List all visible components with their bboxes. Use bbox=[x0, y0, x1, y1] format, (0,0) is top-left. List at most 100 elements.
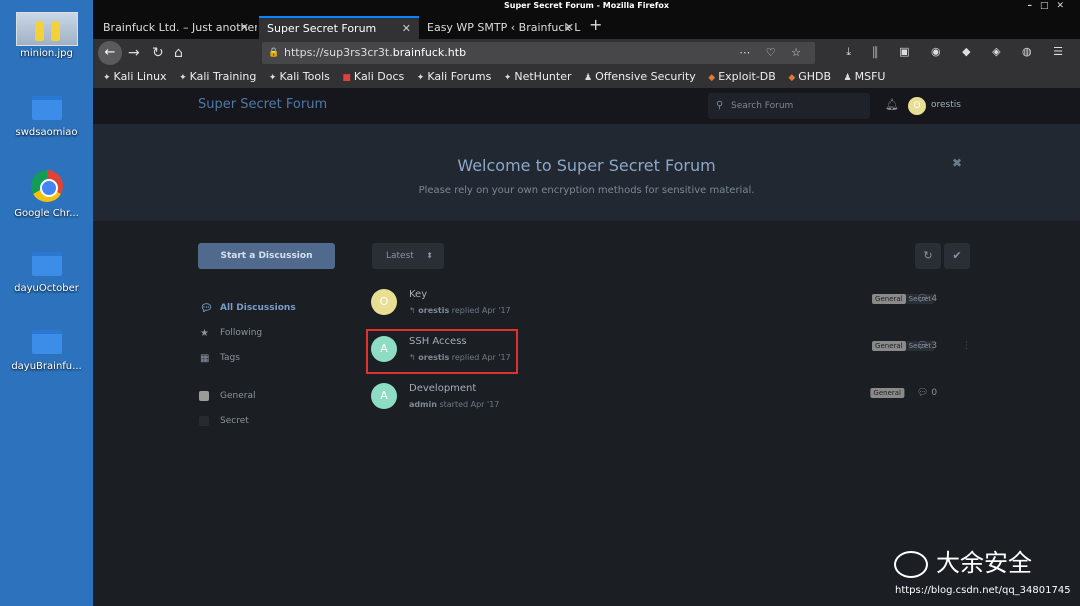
sidebar-item-label: General bbox=[220, 391, 256, 401]
comments-icon: 💬︎ bbox=[200, 303, 213, 314]
tab-label: Easy WP SMTP ‹ Brainfuck L bbox=[427, 21, 581, 34]
avatar[interactable]: O bbox=[908, 97, 926, 115]
window-title: Super Secret Forum - Mozilla Firefox bbox=[504, 1, 669, 10]
close-tab-icon[interactable]: ✕ bbox=[402, 18, 411, 39]
discussion-title[interactable]: Key bbox=[409, 289, 427, 300]
discussion-meta: ↰ orestis replied Apr '17 bbox=[409, 306, 511, 315]
sidebar-item-all-discussions[interactable]: 💬︎ All Discussions bbox=[198, 296, 335, 321]
tab-label: Brainfuck Ltd. – Just another bbox=[103, 21, 257, 34]
tag-general[interactable]: General bbox=[872, 294, 906, 304]
forward-button[interactable]: → bbox=[128, 45, 140, 61]
new-tab-button[interactable]: + bbox=[589, 15, 602, 34]
discussion-user[interactable]: orestis bbox=[418, 306, 449, 315]
close-tab-icon[interactable]: ✕ bbox=[565, 16, 574, 39]
bookmark-ghdb[interactable]: ◆ GHDB bbox=[788, 68, 831, 87]
reply-icon: ↰ bbox=[409, 306, 416, 315]
discussion-list-toolbar: Latest ⬍ ↻ ✔ bbox=[372, 243, 970, 269]
tag-general[interactable]: General bbox=[870, 388, 904, 398]
forum-sidebar: Start a Discussion 💬︎ All Discussions ★ … bbox=[198, 243, 335, 434]
mark-all-read-button[interactable]: ✔ bbox=[944, 243, 970, 269]
docs-icon: ■ bbox=[342, 73, 351, 83]
reply-count: 💬︎ 4 bbox=[917, 294, 938, 304]
username[interactable]: orestis bbox=[931, 100, 961, 110]
refresh-button[interactable]: ↻ bbox=[915, 243, 941, 269]
bookmark-kali-forums[interactable]: ✦ Kali Forums bbox=[417, 68, 492, 87]
tag-general[interactable]: General bbox=[872, 341, 906, 351]
tab-easy-wp-smtp[interactable]: Easy WP SMTP ‹ Brainfuck L ✕ bbox=[419, 16, 582, 39]
bookmark-nethunter[interactable]: ✦ NetHunter bbox=[504, 68, 572, 87]
bookmark-msfu[interactable]: ♟ MSFU bbox=[844, 68, 886, 87]
bookmark-kali-training[interactable]: ✦ Kali Training bbox=[179, 68, 256, 87]
desktop-icon-google-chrome[interactable]: Google Chr... bbox=[0, 170, 93, 219]
sidebar-item-secret[interactable]: Secret bbox=[198, 409, 335, 434]
avatar[interactable]: A bbox=[371, 383, 397, 409]
tag-color-swatch bbox=[199, 416, 209, 426]
discussion-title[interactable]: Development bbox=[409, 383, 476, 394]
more-options-icon[interactable]: ⋮ bbox=[962, 341, 971, 351]
sidebar-item-label: All Discussions bbox=[220, 303, 296, 313]
sidebar-item-tags[interactable]: ▦ Tags bbox=[198, 346, 335, 371]
search-input[interactable]: ⚲ Search Forum bbox=[708, 93, 870, 119]
sidebar-item-following[interactable]: ★ Following bbox=[198, 321, 335, 346]
page-actions-icon[interactable]: ⋯ ♡ ☆ bbox=[739, 42, 807, 64]
discussion-row-ssh-access[interactable]: A SSH Access ↰ orestis replied Apr '17 G… bbox=[366, 329, 971, 380]
welcome-hero: Welcome to Super Secret Forum Please rel… bbox=[93, 124, 1080, 221]
notifications-bell-icon[interactable]: 🔔︎ bbox=[885, 98, 899, 111]
desktop-icon-dayubrainfuck[interactable]: dayuBrainfu... bbox=[0, 330, 93, 372]
tag-list: General bbox=[870, 388, 904, 398]
desktop-icon-dayuoctober[interactable]: dayuOctober bbox=[0, 252, 93, 294]
sort-label: Latest bbox=[386, 251, 414, 261]
kali-icon: ✦ bbox=[268, 73, 277, 83]
watermark-url: https://blog.csdn.net/qq_34801745 bbox=[895, 585, 1071, 596]
close-tab-icon[interactable]: ✕ bbox=[240, 16, 249, 39]
back-button[interactable]: ← bbox=[98, 41, 122, 65]
discussion-action: started Apr '17 bbox=[439, 400, 500, 409]
discussion-title[interactable]: SSH Access bbox=[409, 336, 467, 347]
forum-title[interactable]: Super Secret Forum bbox=[198, 97, 327, 112]
start-discussion-button[interactable]: Start a Discussion bbox=[198, 243, 335, 269]
discussion-meta: ↰ orestis replied Apr '17 bbox=[409, 353, 511, 362]
reload-icon[interactable]: ↻ bbox=[152, 45, 164, 61]
discussion-row-key[interactable]: O Key ↰ orestis replied Apr '17 General S… bbox=[370, 286, 970, 333]
url-host: brainfuck.htb bbox=[392, 46, 467, 59]
home-icon[interactable]: ⌂ bbox=[174, 45, 183, 61]
ghdb-icon: ◆ bbox=[788, 73, 796, 83]
hero-title: Welcome to Super Secret Forum bbox=[457, 156, 716, 175]
lock-icon[interactable]: 🔒 bbox=[268, 42, 279, 64]
folder-icon bbox=[31, 96, 62, 120]
firefox-window: Super Secret Forum - Mozilla Firefox –□✕… bbox=[93, 0, 1080, 606]
url-prefix: https://sup3rs3cr3t. bbox=[284, 46, 393, 59]
toolbar-icons[interactable]: ⤓ ⫼ ▣ ◉ ◆ ◈ ◍ ☰ bbox=[846, 45, 1072, 59]
desktop-icon-swdsaomiao[interactable]: swdsaomiao bbox=[0, 96, 93, 138]
discussion-action: replied Apr '17 bbox=[451, 353, 511, 362]
avatar[interactable]: A bbox=[371, 336, 397, 362]
desktop-icon-minion[interactable]: minion.jpg bbox=[0, 12, 93, 59]
tab-brainfuck-ltd[interactable]: Brainfuck Ltd. – Just another ✕ bbox=[95, 16, 257, 39]
discussion-meta: admin started Apr '17 bbox=[409, 400, 499, 409]
tab-super-secret-forum[interactable]: Super Secret Forum ✕ bbox=[259, 16, 419, 39]
window-controls[interactable]: –□✕ bbox=[1027, 0, 1072, 12]
avatar[interactable]: O bbox=[371, 289, 397, 315]
bookmark-kali-docs[interactable]: ■ Kali Docs bbox=[342, 68, 404, 87]
url-bar[interactable]: 🔒 https://sup3rs3cr3t.brainfuck.htb ⋯ ♡ … bbox=[262, 42, 815, 64]
sidebar-item-general[interactable]: General bbox=[198, 384, 335, 409]
bookmark-offensive-security[interactable]: ♟ Offensive Security bbox=[584, 68, 696, 87]
exploitdb-icon: ◆ bbox=[708, 73, 716, 83]
desktop-icon-label: dayuOctober bbox=[14, 283, 79, 294]
msfu-icon: ♟ bbox=[843, 73, 852, 83]
discussion-row-development[interactable]: A Development admin started Apr '17 Gene… bbox=[370, 380, 970, 427]
wechat-logo-icon bbox=[894, 550, 928, 578]
sort-dropdown[interactable]: Latest ⬍ bbox=[372, 243, 444, 269]
folder-icon bbox=[31, 252, 62, 276]
bookmark-kali-linux[interactable]: ✦ Kali Linux bbox=[103, 68, 167, 87]
desktop-icon-label: dayuBrainfu... bbox=[11, 361, 82, 372]
discussion-user[interactable]: admin bbox=[409, 400, 437, 409]
desktop-sidebar: minion.jpg swdsaomiao Google Chr... dayu… bbox=[0, 0, 93, 606]
forum-header: Super Secret Forum ⚲ Search Forum 🔔︎ O o… bbox=[93, 88, 1080, 124]
sidebar-item-label: Secret bbox=[220, 416, 249, 426]
bookmark-exploit-db[interactable]: ◆ Exploit-DB bbox=[708, 68, 776, 87]
close-icon[interactable]: ✖ bbox=[952, 156, 962, 170]
discussion-action: replied Apr '17 bbox=[451, 306, 511, 315]
discussion-user[interactable]: orestis bbox=[418, 353, 449, 362]
bookmark-kali-tools[interactable]: ✦ Kali Tools bbox=[269, 68, 330, 87]
